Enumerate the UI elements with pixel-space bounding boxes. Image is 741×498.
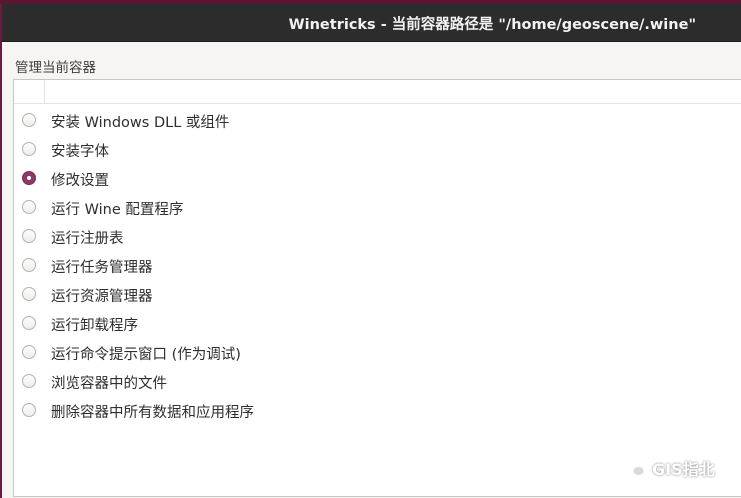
option-label: 删除容器中所有数据和应用程序 [51,405,254,421]
option-label: 运行资源管理器 [51,289,153,305]
option-label: 安装字体 [51,144,109,160]
list-header [14,80,741,104]
option-run-regedit[interactable]: 运行注册表 [14,223,741,252]
option-label: 安装 Windows DLL 或组件 [51,115,230,131]
radio-button[interactable] [22,113,36,127]
title-bar[interactable]: Winetricks - 当前容器路径是 "/home/geoscene/.wi… [2,4,741,42]
option-label: 运行卸载程序 [51,318,138,334]
header-column-divider [44,80,45,103]
watermark-text: GIS指北 [652,460,715,479]
option-run-cmd[interactable]: 运行命令提示窗口 (作为调试) [14,339,741,368]
radio-button[interactable] [22,403,36,417]
options-list: 安装 Windows DLL 或组件 安装字体 修改设置 运行 Wine 配置程… [13,79,741,497]
radio-button[interactable] [22,287,36,301]
radio-button[interactable] [22,229,36,243]
wechat-icon [620,458,646,478]
window-content: 管理当前容器 安装 Windows DLL 或组件 安装字体 修改设置 运行 W… [2,42,741,498]
option-run-explorer[interactable]: 运行资源管理器 [14,281,741,310]
option-label: 运行注册表 [51,231,124,247]
option-install-dll[interactable]: 安装 Windows DLL 或组件 [14,107,741,136]
radio-button[interactable] [22,316,36,330]
radio-button[interactable] [22,200,36,214]
option-run-taskmgr[interactable]: 运行任务管理器 [14,252,741,281]
option-label: 浏览容器中的文件 [51,376,167,392]
option-delete-prefix[interactable]: 删除容器中所有数据和应用程序 [14,397,741,426]
option-label: 运行任务管理器 [51,260,153,276]
option-label: 修改设置 [51,173,109,189]
radio-button[interactable] [22,142,36,156]
radio-button[interactable] [22,258,36,272]
option-change-settings[interactable]: 修改设置 [14,165,741,194]
watermark: GIS指北 [620,456,715,480]
option-label: 运行命令提示窗口 (作为调试) [51,347,241,363]
option-browse-files[interactable]: 浏览容器中的文件 [14,368,741,397]
option-run-winecfg[interactable]: 运行 Wine 配置程序 [14,194,741,223]
radio-button[interactable] [22,374,36,388]
radio-button[interactable] [22,345,36,359]
option-run-uninstaller[interactable]: 运行卸载程序 [14,310,741,339]
option-install-font[interactable]: 安装字体 [14,136,741,165]
section-label: 管理当前容器 [15,60,96,76]
option-label: 运行 Wine 配置程序 [51,202,184,218]
window-title: Winetricks - 当前容器路径是 "/home/geoscene/.wi… [288,17,696,33]
radio-button-selected[interactable] [22,171,36,185]
winetricks-window: Winetricks - 当前容器路径是 "/home/geoscene/.wi… [2,4,741,498]
